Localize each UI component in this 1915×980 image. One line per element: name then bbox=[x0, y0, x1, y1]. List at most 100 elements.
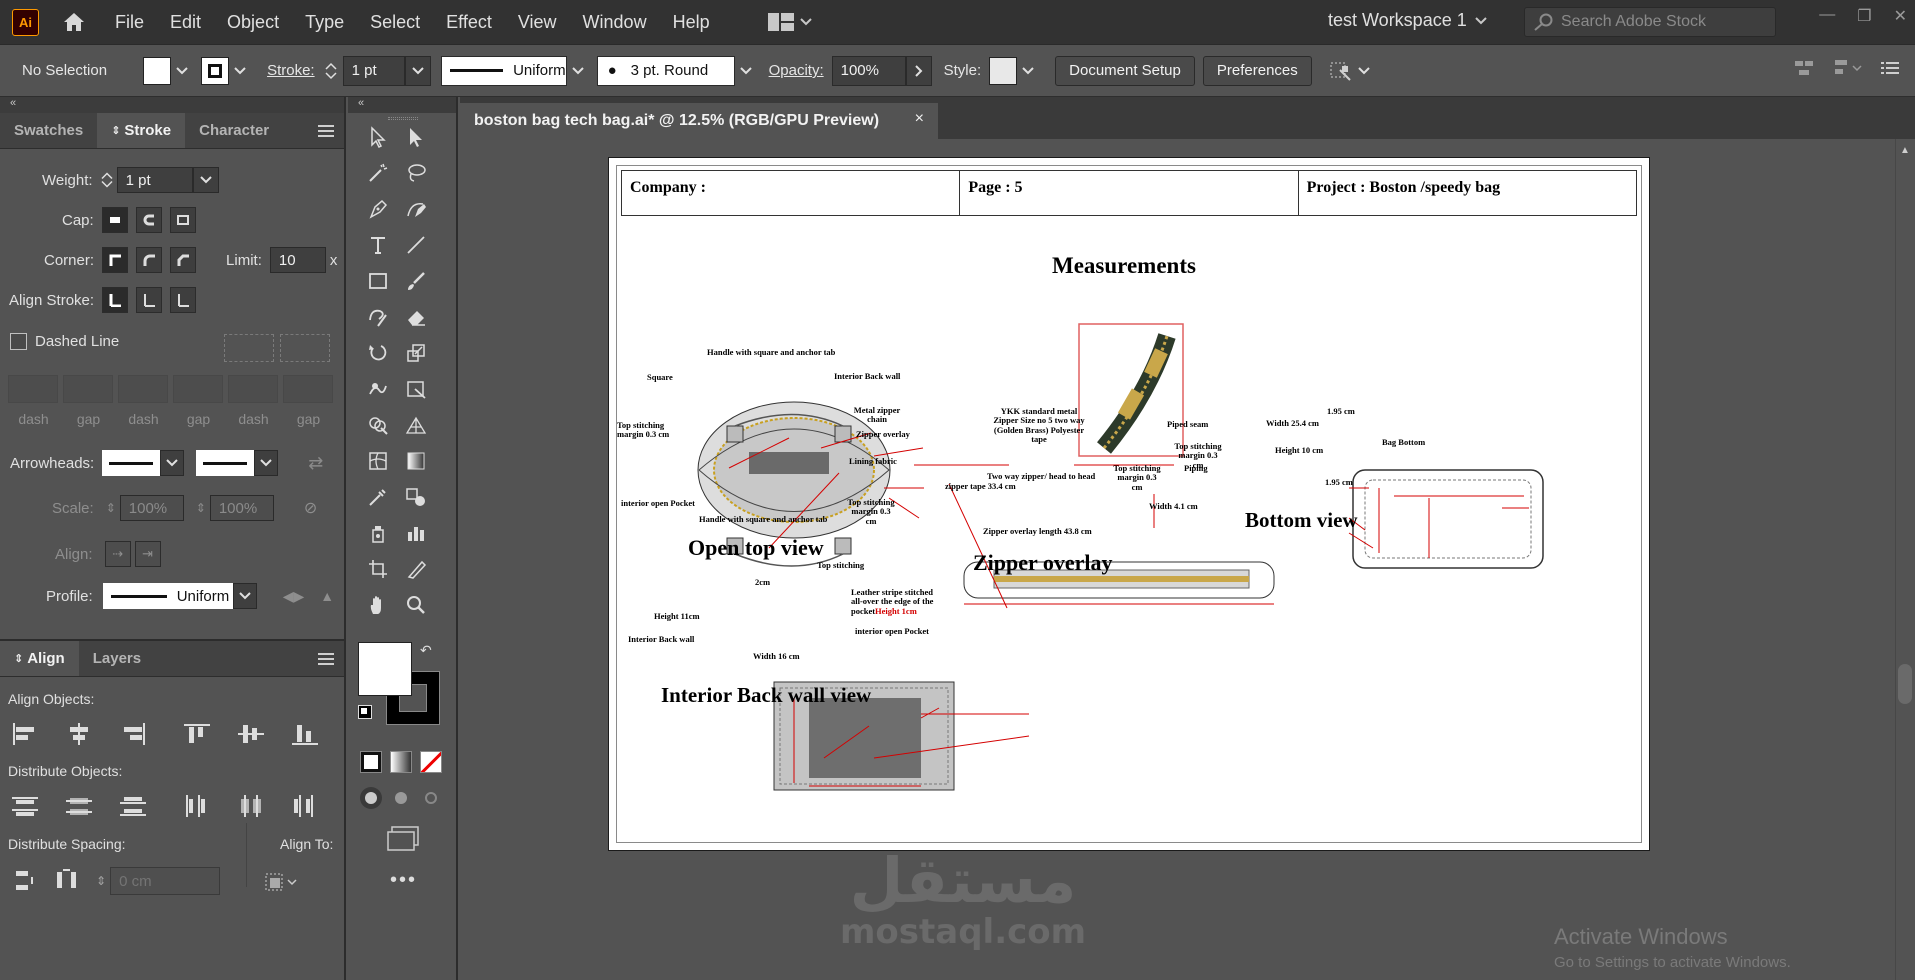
tab-stroke[interactable]: ⇕ Stroke bbox=[97, 113, 186, 148]
stroke-weight-dropdown[interactable] bbox=[404, 55, 431, 86]
dash-field-2[interactable] bbox=[118, 375, 168, 403]
vertical-align-center-icon[interactable] bbox=[236, 721, 266, 747]
slice-tool-icon[interactable] bbox=[400, 553, 432, 585]
color-mode-icon[interactable] bbox=[360, 751, 382, 773]
graphic-style-swatch[interactable] bbox=[989, 56, 1018, 85]
scale-stepper-icon[interactable]: ⇕ bbox=[196, 501, 206, 515]
flip-along-icon[interactable]: ◀▶ bbox=[283, 588, 305, 605]
link-scale-icon[interactable]: ⊘ bbox=[304, 498, 317, 518]
align-to-selection-icon[interactable] bbox=[262, 868, 302, 894]
opacity-field[interactable]: 100% bbox=[831, 55, 906, 86]
projecting-cap-icon[interactable] bbox=[169, 207, 196, 233]
start-scale-field[interactable]: 100% bbox=[119, 495, 184, 521]
menu-select[interactable]: Select bbox=[370, 12, 420, 33]
scroll-thumb[interactable] bbox=[1898, 664, 1912, 704]
scale-tool-icon[interactable] bbox=[400, 337, 432, 369]
butt-cap-icon[interactable] bbox=[101, 207, 128, 233]
draw-behind-icon[interactable] bbox=[390, 787, 412, 809]
screen-mode-icon[interactable] bbox=[386, 825, 420, 854]
brush-dropdown-icon[interactable] bbox=[735, 56, 757, 86]
stroke-weight-stepper[interactable] bbox=[325, 62, 337, 80]
stroke-label[interactable]: Stroke: bbox=[267, 62, 315, 79]
type-tool-icon[interactable] bbox=[362, 229, 394, 261]
start-arrowhead-select[interactable] bbox=[102, 450, 161, 476]
stroke-weight-field[interactable]: 1 pt bbox=[342, 55, 405, 86]
collapse-panels-icon[interactable]: « bbox=[0, 97, 344, 113]
align-stroke-inside-icon[interactable] bbox=[136, 287, 163, 313]
preserve-dashes-icon[interactable] bbox=[224, 334, 274, 362]
spacing-value-field[interactable]: 0 cm bbox=[110, 867, 221, 895]
menu-file[interactable]: File bbox=[115, 12, 144, 33]
horizontal-align-left-icon[interactable] bbox=[10, 721, 40, 747]
workspace-switcher[interactable]: test Workspace 1 bbox=[1328, 10, 1487, 31]
hand-tool-icon[interactable] bbox=[362, 589, 394, 621]
panel-menu-icon[interactable] bbox=[318, 113, 334, 148]
swap-arrowheads-icon[interactable]: ⇄ bbox=[308, 453, 323, 474]
preferences-button[interactable]: Preferences bbox=[1202, 55, 1312, 86]
vertical-align-top-icon[interactable] bbox=[182, 721, 212, 747]
menu-window[interactable]: Window bbox=[583, 12, 647, 33]
artboard-tool-icon[interactable] bbox=[362, 553, 394, 585]
vertical-distribute-space-icon[interactable] bbox=[12, 868, 40, 894]
tab-swatches[interactable]: Swatches bbox=[0, 113, 97, 148]
mesh-tool-icon[interactable] bbox=[362, 445, 394, 477]
limit-field[interactable]: 10 bbox=[269, 247, 326, 273]
align-dashes-icon[interactable] bbox=[280, 334, 330, 362]
brush-definition[interactable]: ● 3 pt. Round bbox=[596, 55, 735, 86]
pen-tool-icon[interactable] bbox=[362, 193, 394, 225]
flip-across-icon[interactable]: ▲ bbox=[320, 588, 334, 604]
gradient-mode-icon[interactable] bbox=[390, 751, 412, 773]
panel-menu-icon[interactable] bbox=[1881, 60, 1899, 76]
shape-builder-tool-icon[interactable] bbox=[362, 409, 394, 441]
symbol-sprayer-tool-icon[interactable] bbox=[362, 517, 394, 549]
arrow-tip-beyond-icon[interactable]: ⇢ bbox=[104, 541, 131, 567]
arrow-tip-at-end-icon[interactable]: ⇥ bbox=[134, 541, 161, 567]
zoom-tool-icon[interactable] bbox=[400, 589, 432, 621]
end-scale-field[interactable]: 100% bbox=[209, 495, 274, 521]
gap-field-2[interactable] bbox=[173, 375, 223, 403]
eraser-tool-icon[interactable] bbox=[400, 301, 432, 333]
start-arrowhead-dropdown-icon[interactable] bbox=[160, 450, 185, 476]
scale-stepper-icon[interactable]: ⇕ bbox=[106, 501, 116, 515]
panel-menu-icon[interactable] bbox=[318, 641, 334, 676]
free-transform-tool-icon[interactable] bbox=[400, 373, 432, 405]
weight-field[interactable]: 1 pt bbox=[116, 167, 193, 193]
warp-tool-icon[interactable] bbox=[362, 373, 394, 405]
none-mode-icon[interactable] bbox=[420, 751, 442, 773]
dash-field-3[interactable] bbox=[228, 375, 278, 403]
profile-dropdown-icon[interactable] bbox=[567, 56, 589, 86]
perspective-grid-tool-icon[interactable] bbox=[400, 409, 432, 441]
close-window-icon[interactable]: ✕ bbox=[1894, 6, 1907, 26]
column-graph-tool-icon[interactable] bbox=[400, 517, 432, 549]
transform-options[interactable] bbox=[1328, 60, 1370, 82]
line-segment-tool-icon[interactable] bbox=[400, 229, 432, 261]
paintbrush-tool-icon[interactable] bbox=[400, 265, 432, 297]
lasso-tool-icon[interactable] bbox=[400, 157, 432, 189]
fill-swatch[interactable] bbox=[143, 56, 172, 85]
eyedropper-tool-icon[interactable] bbox=[362, 481, 394, 513]
dash-field-1[interactable] bbox=[8, 375, 58, 403]
vertical-distribute-center-icon[interactable] bbox=[64, 793, 94, 819]
minimize-icon[interactable]: — bbox=[1819, 6, 1835, 26]
menu-object[interactable]: Object bbox=[227, 12, 279, 33]
round-join-icon[interactable] bbox=[136, 247, 163, 273]
menu-type[interactable]: Type bbox=[305, 12, 344, 33]
document-tab[interactable]: boston bag tech bag.ai* @ 12.5% (RGB/GPU… bbox=[460, 103, 938, 139]
horizontal-align-center-icon[interactable] bbox=[64, 721, 94, 747]
end-arrowhead-select[interactable] bbox=[196, 450, 255, 476]
profile-dropdown-icon[interactable] bbox=[232, 583, 257, 609]
curvature-tool-icon[interactable] bbox=[400, 193, 432, 225]
end-arrowhead-dropdown-icon[interactable] bbox=[254, 450, 279, 476]
style-dropdown-icon[interactable] bbox=[1017, 56, 1039, 86]
align-stroke-center-icon[interactable] bbox=[102, 287, 129, 313]
more-tools-icon[interactable]: ••• bbox=[390, 869, 417, 892]
gradient-tool-icon[interactable] bbox=[400, 445, 432, 477]
opacity-label[interactable]: Opacity: bbox=[769, 62, 824, 79]
draw-inside-icon[interactable] bbox=[420, 787, 442, 809]
direct-selection-tool-icon[interactable] bbox=[400, 121, 432, 153]
stock-search-input[interactable]: Search Adobe Stock bbox=[1524, 7, 1776, 37]
vertical-distribute-bottom-icon[interactable] bbox=[118, 793, 148, 819]
distribute-icon[interactable] bbox=[1833, 57, 1863, 79]
restore-icon[interactable]: ❐ bbox=[1857, 6, 1871, 26]
spacing-stepper[interactable]: ⇕ 0 cm bbox=[96, 867, 221, 895]
